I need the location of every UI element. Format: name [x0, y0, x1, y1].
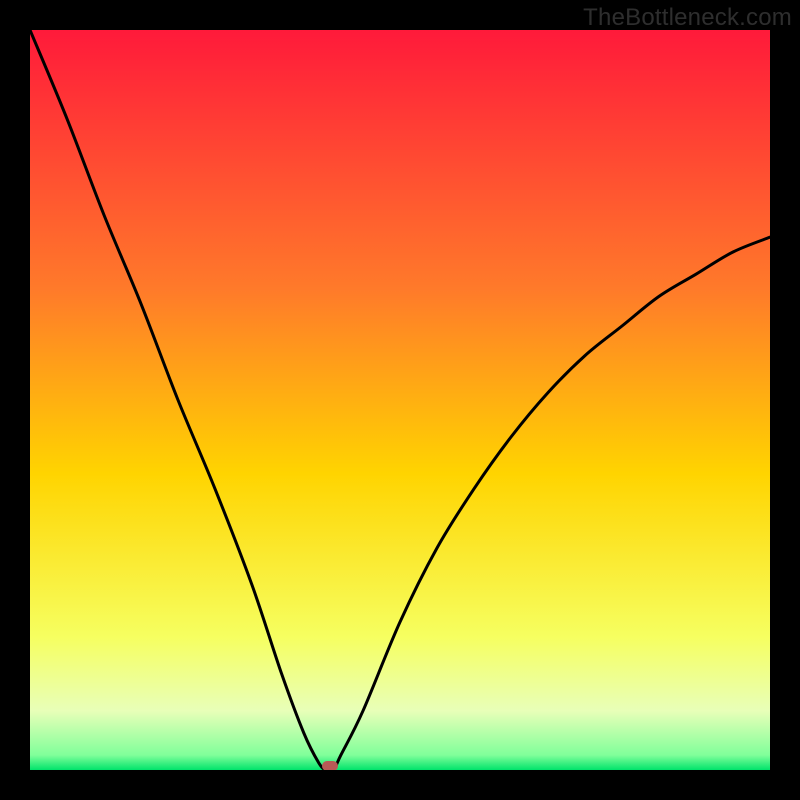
bottleneck-curve [30, 30, 770, 770]
chart-frame: TheBottleneck.com [0, 0, 800, 800]
watermark-text: TheBottleneck.com [583, 4, 792, 32]
curve-svg [30, 30, 770, 770]
optimum-marker [322, 761, 338, 770]
plot-area [30, 30, 770, 770]
